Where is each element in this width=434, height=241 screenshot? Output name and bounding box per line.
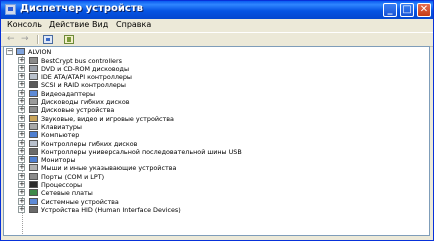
monitor-icon — [29, 156, 38, 164]
expand-toggle-icon[interactable]: + — [18, 172, 25, 180]
floppy-controller-icon — [29, 139, 38, 147]
expand-toggle-icon[interactable]: + — [18, 197, 25, 205]
port-icon — [29, 172, 38, 180]
forward-arrow-icon[interactable]: → — [21, 35, 29, 44]
tree-item-label: SCSI и RAID контроллеры — [41, 81, 126, 90]
tree-item-label: Мыши и иные указывающие устройства — [41, 164, 177, 173]
hid-icon — [29, 205, 38, 213]
tree-item[interactable]: + Контроллеры универсальной последователь… — [18, 147, 318, 156]
tree-item-label: BestCrypt bus controllers — [41, 56, 122, 65]
tree-item-label: Системные устройства — [41, 197, 119, 206]
usb-icon — [29, 147, 38, 155]
tree-item[interactable]: + SCSI и RAID контроллеры — [18, 81, 318, 89]
tree-item[interactable]: + Дисковые устройства — [18, 106, 318, 114]
tree-item-label: Порты (COM и LPT) — [41, 172, 105, 181]
tree-item[interactable]: + Мониторы — [18, 156, 318, 164]
processor-icon — [29, 181, 38, 188]
toolbar: ← → — [1, 32, 433, 47]
computer-root-icon — [16, 48, 25, 55]
bus-controller-icon — [29, 56, 38, 64]
tree-item[interactable]: + DVD и CD-ROM дисководы — [18, 64, 318, 73]
tree-item-label: Контроллеры гибких дисков — [41, 139, 138, 148]
window-title: Диспетчер устройств — [20, 3, 143, 14]
menu-view[interactable]: Вид — [92, 20, 108, 29]
expand-toggle-icon[interactable]: + — [18, 131, 25, 139]
menu-help[interactable]: Справка — [116, 20, 151, 29]
back-arrow-icon[interactable]: ← — [7, 35, 15, 44]
menu-action[interactable]: Действие — [49, 20, 89, 29]
expand-toggle-icon[interactable]: + — [18, 106, 25, 114]
tree-item-label: Компьютер — [41, 131, 80, 140]
tree-item[interactable]: + Порты (COM и LPT) — [18, 172, 318, 181]
expand-toggle-icon[interactable]: + — [18, 139, 25, 147]
network-adapter-icon — [29, 189, 38, 197]
menu-console[interactable]: Консоль — [7, 20, 42, 29]
expand-toggle-icon[interactable]: + — [18, 156, 25, 164]
ide-controller-icon — [29, 73, 38, 81]
sound-icon — [29, 114, 38, 122]
tree-item[interactable]: + Компьютер — [18, 131, 318, 139]
tree-item-label: DVD и CD-ROM дисководы — [41, 64, 130, 73]
tree-item[interactable]: + Контроллеры гибких дисков — [18, 139, 318, 148]
tree-root[interactable]: − ALVION — [6, 48, 206, 56]
tree-item-label: Мониторы — [41, 156, 76, 165]
root-computer-name: ALVION — [28, 48, 52, 56]
tree-item[interactable]: + Сетевые платы — [18, 189, 318, 197]
tree-item-label: Сетевые платы — [41, 189, 93, 198]
collapse-toggle-icon[interactable]: − — [6, 48, 13, 55]
show-hide-console-tree-icon[interactable] — [43, 35, 53, 44]
tree-item[interactable]: + Мыши и иные указывающие устройства — [18, 164, 318, 172]
tree-item[interactable]: + Клавиатуры — [18, 122, 318, 131]
expand-toggle-icon[interactable]: + — [18, 122, 25, 130]
expand-toggle-icon[interactable]: + — [18, 114, 25, 122]
display-adapter-icon — [29, 89, 38, 97]
maximize-button[interactable]: □ — [400, 3, 414, 17]
tree-item-label: Дисководы гибких дисков — [41, 98, 130, 106]
expand-toggle-icon[interactable]: + — [18, 147, 25, 155]
expand-toggle-icon[interactable]: + — [18, 181, 25, 188]
tree-item[interactable]: + Устройства HID (Human Interface Devices… — [18, 205, 318, 214]
tree-item[interactable]: + IDE ATA/ATAPI контроллеры — [18, 73, 318, 81]
minimize-button[interactable]: _ — [383, 3, 397, 17]
properties-icon[interactable] — [64, 35, 74, 44]
keyboard-icon — [29, 122, 38, 130]
computer-icon — [29, 131, 38, 139]
tree-item[interactable]: + Видеоадаптеры — [18, 89, 318, 98]
system-device-icon — [29, 197, 38, 205]
close-button[interactable]: ✕ — [417, 3, 431, 17]
expand-toggle-icon[interactable]: + — [18, 81, 25, 89]
menu-bar: Консоль Действие Вид Справка — [1, 19, 433, 32]
tree-item-label: Дисковые устройства — [41, 106, 115, 115]
tree-item[interactable]: + BestCrypt bus controllers — [18, 56, 318, 65]
tree-item-label: Процессоры — [41, 181, 83, 189]
expand-toggle-icon[interactable]: + — [18, 205, 25, 213]
expand-toggle-icon[interactable]: + — [18, 189, 25, 197]
tree-item-label: Звуковые, видео и игровые устройства — [41, 114, 174, 123]
toolbar-separator — [37, 35, 39, 44]
tree-item-label: Клавиатуры — [41, 122, 82, 131]
tree-item[interactable]: + Процессоры — [18, 181, 318, 189]
device-manager-icon — [5, 4, 16, 15]
tree-item-label: IDE ATA/ATAPI контроллеры — [41, 73, 132, 82]
hard-disk-icon — [29, 106, 38, 114]
tree-item[interactable]: + Звуковые, видео и игровые устройства — [18, 114, 318, 123]
tree-item-label: Устройства HID (Human Interface Devices) — [41, 205, 181, 214]
tree-item-label: Видеоадаптеры — [41, 89, 95, 98]
tree-item[interactable]: + Системные устройства — [18, 197, 318, 206]
expand-toggle-icon[interactable]: + — [18, 164, 25, 172]
scsi-controller-icon — [29, 81, 38, 89]
expand-toggle-icon[interactable]: + — [18, 64, 25, 72]
tree-item[interactable]: + Дисководы гибких дисков — [18, 98, 318, 106]
tree-item-label: Контроллеры универсальной последовательн… — [41, 147, 242, 156]
device-manager-window: Диспетчер устройств _ □ ✕ Консоль Действ… — [0, 0, 434, 241]
expand-toggle-icon[interactable]: + — [18, 73, 25, 81]
expand-toggle-icon[interactable]: + — [18, 98, 25, 105]
title-bar[interactable]: Диспетчер устройств _ □ ✕ — [1, 1, 433, 19]
device-tree[interactable]: − ALVION + BestCrypt bus controllers + DVD … — [3, 46, 430, 236]
floppy-drive-icon — [29, 98, 38, 105]
expand-toggle-icon[interactable]: + — [18, 89, 25, 97]
cdrom-icon — [29, 64, 38, 72]
mouse-icon — [29, 164, 38, 172]
expand-toggle-icon[interactable]: + — [18, 56, 25, 64]
